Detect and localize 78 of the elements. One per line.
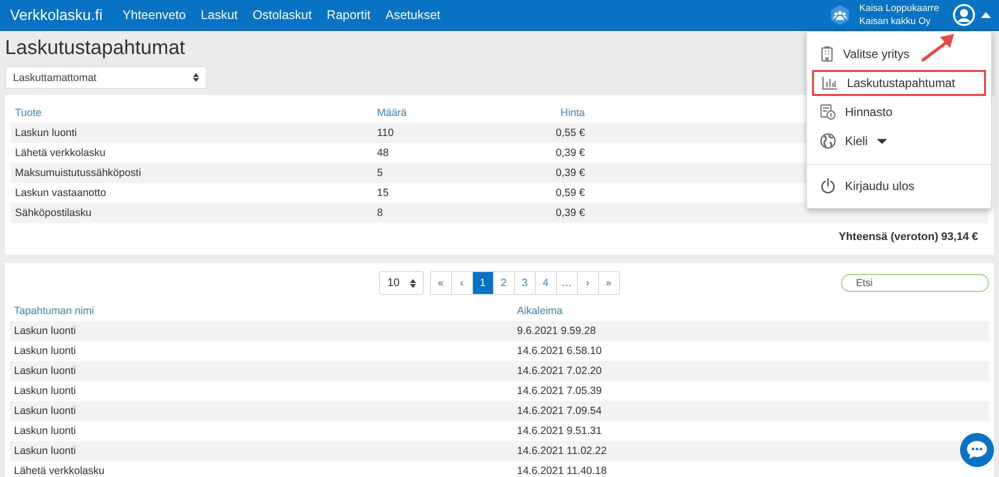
column-header[interactable]: Tuote [11,103,373,123]
search-field[interactable]: Etsi [841,274,989,292]
column-header[interactable]: Aikaleima [513,301,989,321]
table-cell: 0,55 € [501,123,589,143]
menu-item-label: Laskutustapahtumat [847,76,956,90]
table-cell: 8 [373,203,501,223]
page-button[interactable]: 1 [472,272,493,294]
sort-arrows-icon [193,73,199,82]
user-name: Kaisa Loppukaarre [859,2,939,15]
table-cell: Laskun luonti [10,421,513,441]
group-icon[interactable] [831,5,850,25]
table-cell: 48 [373,143,501,163]
menu-item[interactable]: Hinnasto [812,99,986,125]
table-cell: 14.6.2021 6.58.10 [513,341,989,361]
menu-item[interactable]: Valitse yritys [812,41,986,67]
table-cell: Sähköpostilasku [11,203,373,223]
page-button[interactable]: » [598,272,619,294]
nav-link[interactable]: Laskut [200,8,238,22]
nav-link[interactable]: Asetukset [385,8,440,22]
avatar-icon[interactable] [953,4,975,26]
building-icon [820,46,834,62]
table-cell: 0,39 € [501,163,589,183]
menu-item-label: Hinnasto [845,105,892,119]
power-icon [820,178,836,194]
table-cell: 14.6.2021 7.02.20 [513,361,989,381]
bar-chart-icon [822,76,838,90]
page-button[interactable]: 3 [514,272,535,294]
table-cell: 14.6.2021 7.05.39 [513,381,989,401]
table-cell: 0,59 € [501,183,589,203]
caret-icon[interactable] [981,12,991,18]
table-cell: Laskun vastaanotto [11,183,373,203]
menu-item-label: Kieli [845,134,868,148]
nav-link[interactable]: Raportit [326,8,370,22]
page-button[interactable]: 2 [492,272,514,294]
table-cell: 14.6.2021 9.51.31 [513,421,989,441]
table-cell: Laskun luonti [10,361,513,381]
table-cell: Laskun luonti [10,441,513,461]
menu-item-label: Kirjaudu ulos [845,179,914,193]
globe-icon [820,133,836,149]
ellipsis[interactable]: … [556,272,577,294]
menu-item[interactable]: Laskutustapahtumat [812,70,986,96]
nav-link[interactable]: Yhteenveto [122,8,186,22]
annotation-arrow [920,33,956,63]
total-amount: Yhteensä (veroton) 93,14 € [838,230,979,245]
page-size-select[interactable]: 10 [379,271,424,295]
menu-item[interactable]: Kieli [812,128,986,154]
table-cell: Laskun luonti [10,401,513,421]
menu-item[interactable]: Kirjaudu ulos [812,173,986,199]
column-header[interactable]: Määrä [373,103,501,123]
table-cell: 110 [373,123,501,143]
price-list-icon [820,104,836,120]
company-name: Kaisan kakku Oy [859,15,932,28]
table-cell: 14.6.2021 11.40.18 [513,461,989,477]
table-cell: 14.6.2021 7.09.54 [513,401,989,421]
page-button[interactable]: 4 [534,272,556,294]
table-cell: 5 [373,163,501,183]
table-cell: Lähetä verkkolasku [11,143,373,163]
column-header[interactable]: Tapahtuman nimi [10,301,513,321]
page-title: Laskutustapahtumat [5,37,186,60]
page-button[interactable]: « [430,272,451,294]
chat-bubble-icon [966,440,988,460]
table-cell: Maksumuistutussähköposti [11,163,373,183]
table-cell: Lähetä verkkolasku [10,461,513,477]
column-header[interactable]: Hinta [501,103,589,123]
table-cell: 15 [373,183,501,203]
table-cell: Laskun luonti [11,123,373,143]
table-cell: 0,39 € [501,203,589,223]
page-button[interactable]: › [576,272,598,294]
status-select[interactable]: Laskuttamattomat [5,66,207,89]
table-cell: Laskun luonti [10,341,513,361]
menu-item-label: Valitse yritys [843,47,910,61]
nav-link[interactable]: Ostolaskut [252,8,312,22]
table-cell: Laskun luonti [10,321,513,341]
table-cell: 0,39 € [501,143,589,163]
brand-logo[interactable]: Verkkolasku.fi [10,6,103,24]
sort-arrows-icon [410,278,416,288]
table-cell: 9.6.2021 9.59.28 [513,321,989,341]
table-cell: Laskun luonti [10,381,513,401]
